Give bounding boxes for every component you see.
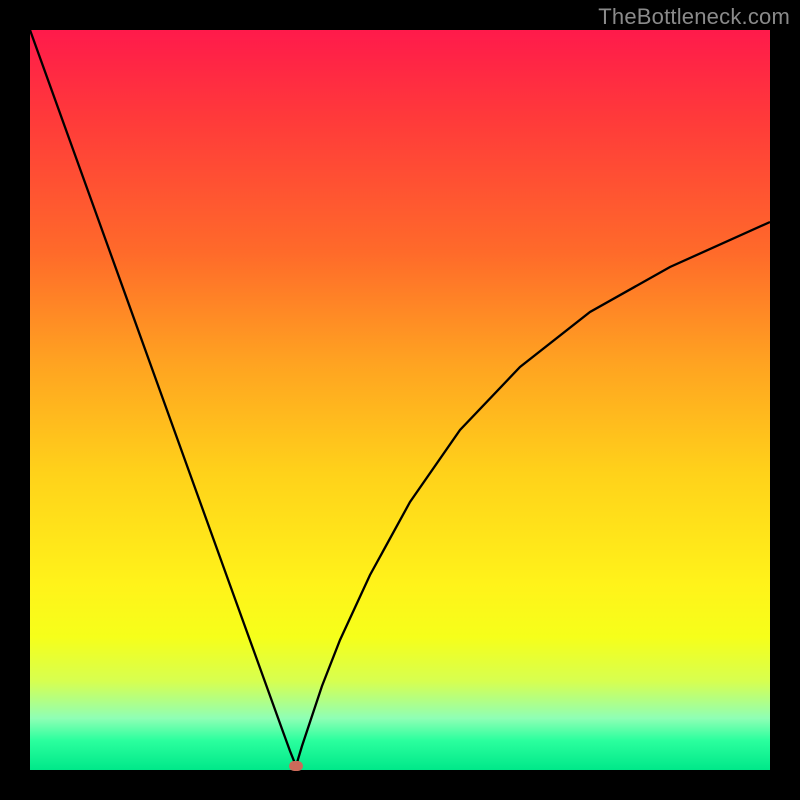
curve-path	[30, 30, 770, 766]
watermark-text: TheBottleneck.com	[598, 4, 790, 30]
bottleneck-curve	[30, 30, 770, 770]
optimal-marker	[289, 761, 303, 771]
chart-frame: TheBottleneck.com	[0, 0, 800, 800]
plot-area	[30, 30, 770, 770]
